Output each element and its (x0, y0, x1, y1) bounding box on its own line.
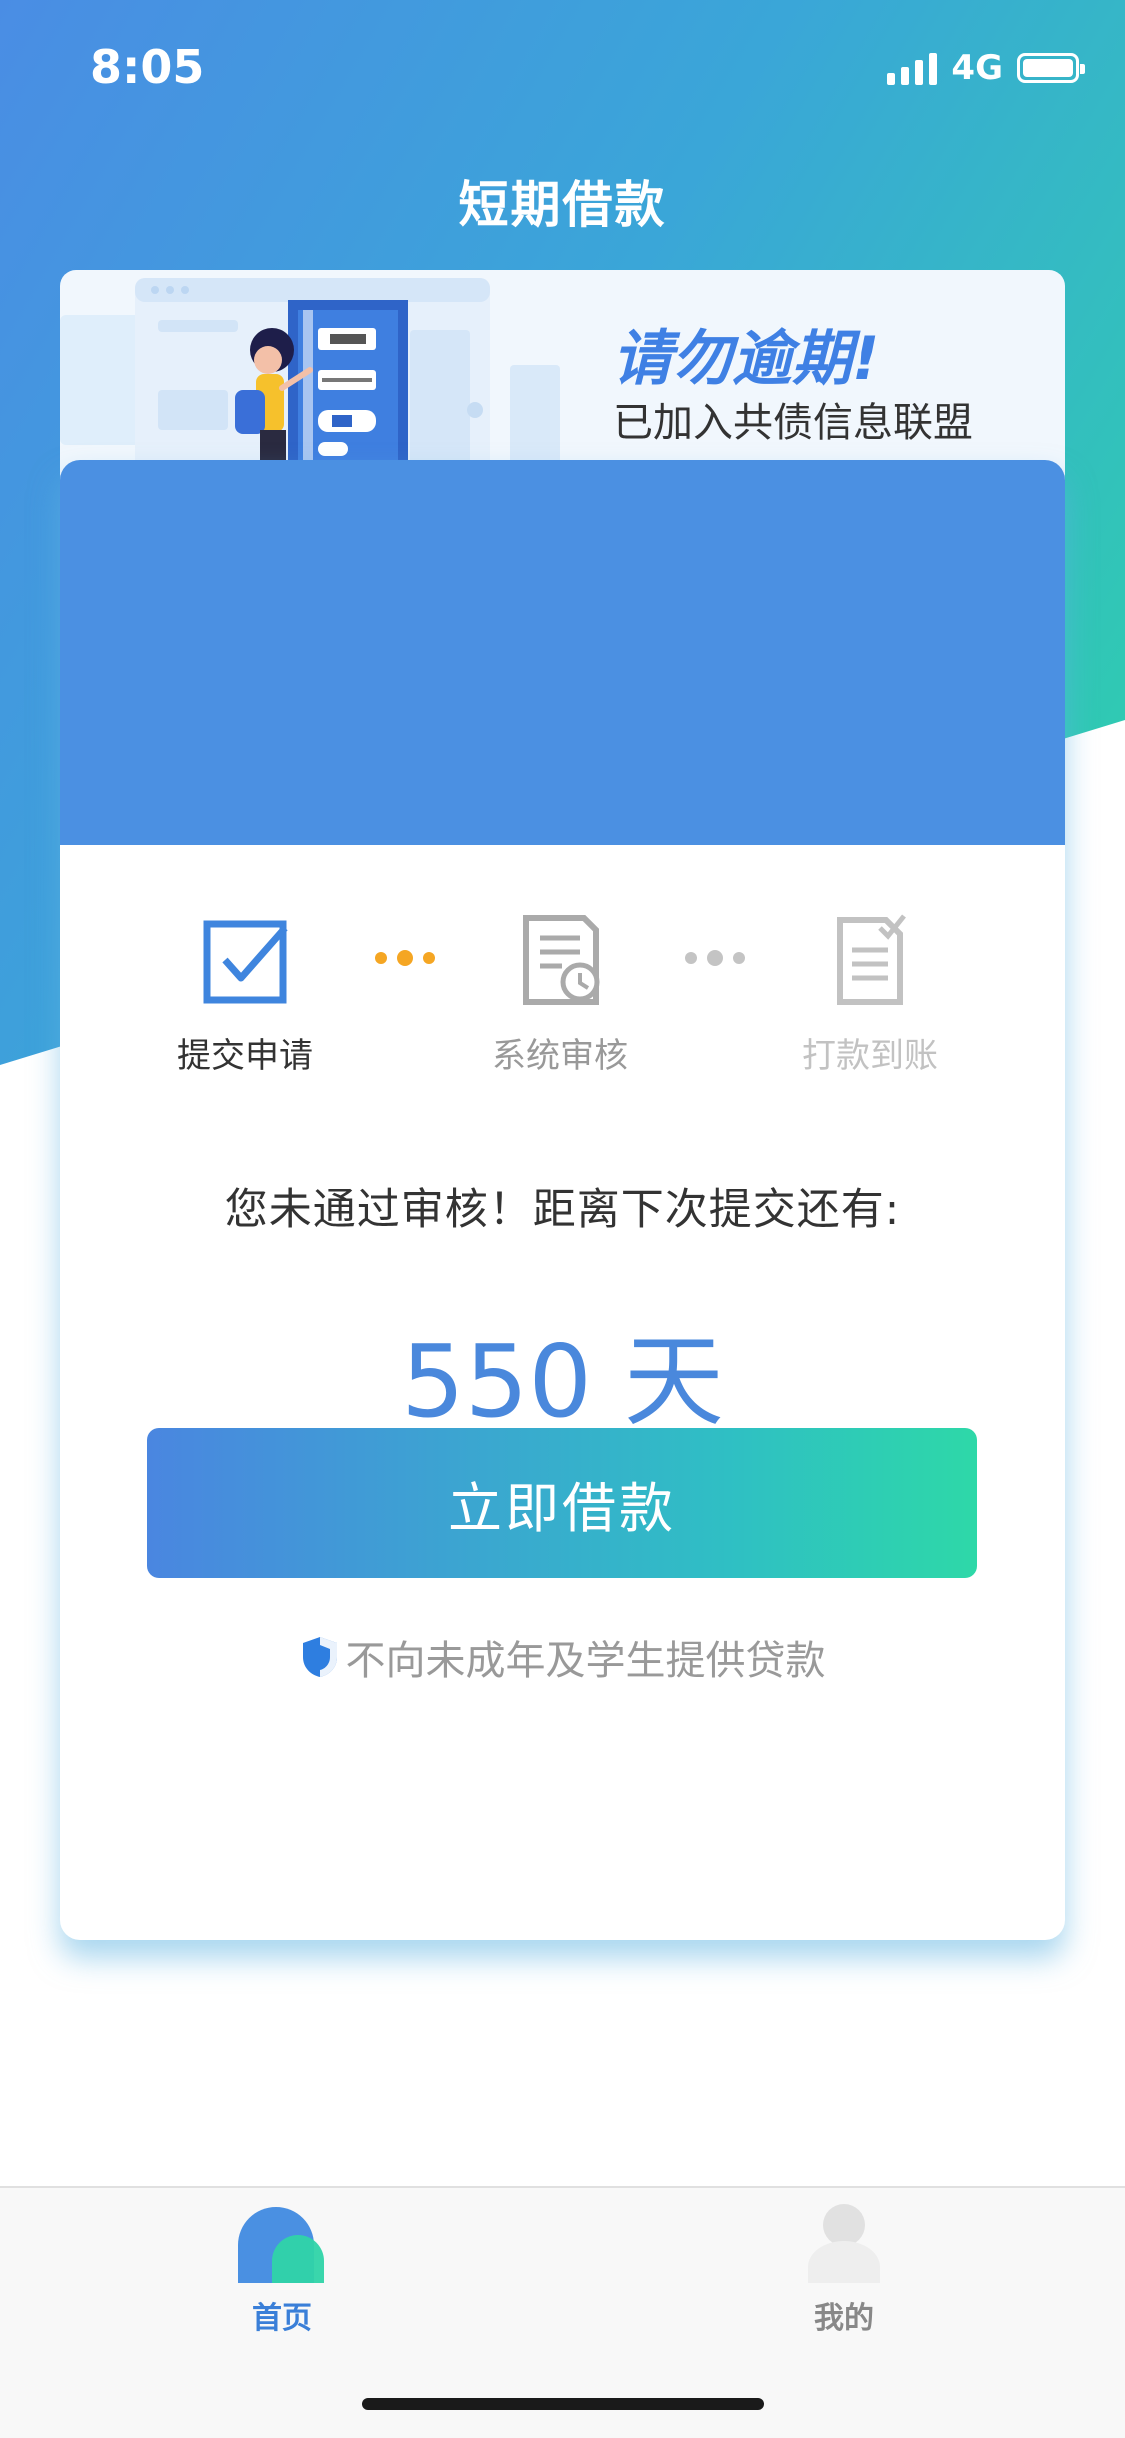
age-restriction-notice: 不向未成年及学生提供贷款 (60, 1628, 1065, 1686)
step-payout: 打款到账 (785, 910, 955, 1077)
tab-home[interactable]: 首页 (182, 2203, 382, 2337)
apply-loan-button[interactable]: 立即借款 (147, 1428, 977, 1578)
tab-profile[interactable]: 我的 (744, 2203, 944, 2337)
countdown-days: 550 天 (401, 1323, 724, 1440)
loan-status-card: 提交申请 系统审核 打款到账 您未通过审核！距离下次提交还有: 550 天 立即… (60, 460, 1065, 1940)
document-check-icon (837, 914, 906, 1005)
status-indicators: 4G (887, 48, 1085, 88)
network-type: 4G (951, 48, 1003, 88)
signal-icon (887, 51, 938, 85)
home-icon (238, 2207, 324, 2283)
step-connector-inactive (685, 950, 745, 966)
banner-illustration (60, 278, 560, 490)
banner-subline: 已加入共债信息联盟 (613, 400, 973, 446)
profile-icon (808, 2204, 880, 2283)
status-time: 8:05 (90, 40, 205, 94)
page-title: 短期借款 (458, 176, 667, 234)
overdue-warning-banner: 请勿逾期! 已加入共债信息联盟 (60, 270, 1065, 490)
card-header (60, 460, 1065, 845)
step-connector-active (375, 950, 435, 966)
review-result-message: 您未通过审核！距离下次提交还有: (224, 1185, 901, 1235)
tab-label: 首页 (252, 2301, 312, 2336)
tab-label: 我的 (814, 2301, 874, 2336)
step-label: 打款到账 (802, 1036, 938, 1076)
shield-icon (302, 1637, 337, 1677)
status-bar: 8:05 4G (0, 0, 1125, 140)
progress-steps: 提交申请 系统审核 打款到账 (60, 910, 1065, 1076)
battery-icon (1017, 53, 1085, 83)
checkbox-check-icon (203, 920, 288, 1004)
notice-text: 不向未成年及学生提供贷款 (345, 1638, 826, 1684)
step-submit: 提交申请 (160, 910, 330, 1077)
step-review: 系统审核 (475, 910, 645, 1077)
banner-headline: 请勿逾期! (612, 324, 880, 394)
step-label: 提交申请 (177, 1036, 313, 1076)
document-clock-icon (523, 915, 600, 1005)
step-label: 系统审核 (492, 1036, 628, 1076)
home-indicator (362, 2398, 764, 2410)
